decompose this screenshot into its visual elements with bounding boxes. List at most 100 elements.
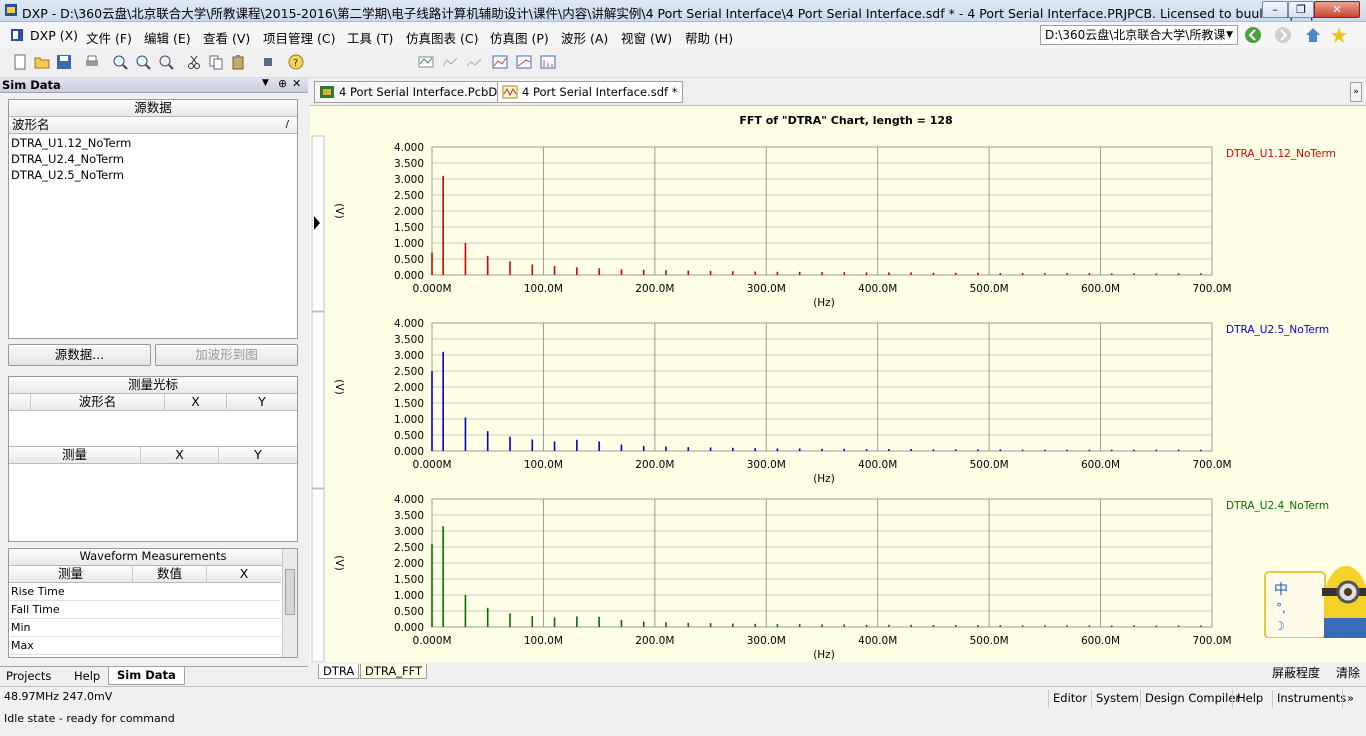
chart-tab-dtra-fft[interactable]: DTRA_FFT bbox=[360, 664, 428, 679]
stop-icon[interactable] bbox=[260, 54, 276, 70]
cursor-columns: 波形名 X Y bbox=[9, 394, 297, 411]
status-instruments-button[interactable]: Instruments bbox=[1272, 690, 1350, 708]
y-tick-label: 0.000 bbox=[394, 446, 424, 458]
wm-row[interactable]: Max bbox=[9, 637, 281, 655]
y-tick-label: 2.500 bbox=[394, 190, 424, 202]
wm-scrollbar[interactable] bbox=[282, 549, 297, 657]
open-folder-icon[interactable] bbox=[34, 54, 50, 70]
tab-sdf-doc[interactable]: 4 Port Serial Interface.sdf * bbox=[497, 81, 683, 103]
wm-row[interactable]: Rise Time bbox=[9, 583, 281, 601]
menu-sim-chart[interactable]: 仿真图表 (C) bbox=[406, 28, 478, 47]
wave-tool-icon[interactable] bbox=[442, 54, 458, 70]
y-tick-label: 1.000 bbox=[394, 590, 424, 602]
panel-close-icon[interactable]: ✕ bbox=[292, 77, 301, 90]
x-axis-label: (Hz) bbox=[813, 473, 835, 485]
series-legend: DTRA_U1.12_NoTerm bbox=[1226, 148, 1336, 160]
forward-icon[interactable] bbox=[1274, 26, 1292, 44]
menu-view[interactable]: 查看 (V) bbox=[203, 28, 250, 47]
home-icon[interactable] bbox=[1304, 26, 1322, 44]
status-more-icon[interactable]: » bbox=[1342, 690, 1358, 708]
favorites-star-icon[interactable] bbox=[1330, 26, 1348, 44]
dxp-menu-icon bbox=[11, 29, 23, 41]
y-tick-label: 3.500 bbox=[394, 334, 424, 346]
y-axis-label: (V) bbox=[333, 379, 345, 394]
wave-measure-icon[interactable] bbox=[466, 54, 482, 70]
measure-col-name: 测量 bbox=[9, 447, 141, 464]
tab-help[interactable]: Help bbox=[74, 669, 100, 683]
close-window-button[interactable]: ✕ bbox=[1314, 1, 1360, 18]
path-combo[interactable]: D:\360云盘\北京联合大学\所教课 ▼ bbox=[1040, 25, 1238, 45]
menu-help[interactable]: 帮助 (H) bbox=[685, 28, 733, 47]
tabs-overflow-icon[interactable]: » bbox=[1350, 82, 1362, 102]
series-legend: DTRA_U2.5_NoTerm bbox=[1226, 324, 1329, 336]
clear-button[interactable]: 清除 bbox=[1336, 664, 1360, 681]
tab-sdf-doc-label: 4 Port Serial Interface.sdf * bbox=[522, 85, 678, 99]
source-data-item[interactable]: DTRA_U1.12_NoTerm bbox=[11, 135, 295, 151]
menu-project[interactable]: 项目管理 (C) bbox=[263, 28, 335, 47]
print-icon[interactable] bbox=[84, 54, 100, 70]
menu-window[interactable]: 视窗 (W) bbox=[621, 28, 672, 47]
y-tick-label: 4.000 bbox=[394, 494, 424, 506]
paste-icon[interactable] bbox=[230, 54, 246, 70]
minimize-button[interactable]: – bbox=[1262, 1, 1288, 18]
fft-chart-icon[interactable] bbox=[540, 54, 556, 70]
panel-title: Sim Data bbox=[2, 78, 61, 92]
panel-tabs: Projects Help Sim Data bbox=[0, 666, 308, 686]
measure-col-y: Y bbox=[254, 447, 262, 462]
maximize-button[interactable]: ❐ bbox=[1288, 1, 1314, 18]
y-tick-label: 1.500 bbox=[394, 398, 424, 410]
status-design-compiler-button[interactable]: Design Compiler bbox=[1140, 690, 1244, 708]
cut-icon[interactable] bbox=[186, 54, 202, 70]
x-tick-label: 0.000M bbox=[412, 635, 451, 647]
add-wave-to-chart-button[interactable]: 加波形到图 bbox=[155, 344, 298, 366]
status-system-button[interactable]: System bbox=[1091, 690, 1143, 708]
menu-tools[interactable]: 工具 (T) bbox=[347, 28, 393, 47]
plot-selector-2[interactable] bbox=[311, 311, 325, 489]
sort-icon: / bbox=[285, 119, 289, 130]
status-editor-button[interactable]: Editor bbox=[1048, 690, 1091, 708]
zoom-fit-icon[interactable] bbox=[158, 54, 174, 70]
tab-sim-data[interactable]: Sim Data bbox=[108, 667, 185, 685]
zoom-in-icon[interactable] bbox=[112, 54, 128, 70]
add-wave-icon[interactable] bbox=[418, 54, 434, 70]
wm-scrollbar-thumb[interactable] bbox=[285, 569, 295, 615]
y-tick-label: 0.000 bbox=[394, 270, 424, 282]
svg-text:?: ? bbox=[293, 58, 298, 69]
status-help-button[interactable]: Help bbox=[1232, 690, 1267, 708]
source-data-button[interactable]: 源数据... bbox=[8, 344, 151, 366]
menu-dxp[interactable]: DXP (X) bbox=[30, 28, 78, 43]
menu-bar: DXP (X) 文件 (F) 编辑 (E) 查看 (V) 项目管理 (C) 工具… bbox=[0, 22, 1366, 48]
source-data-item[interactable]: DTRA_U2.5_NoTerm bbox=[11, 167, 295, 183]
input-method-mascot-icon[interactable]: 中 °, ☽ bbox=[1264, 562, 1366, 638]
chart-tab-dtra[interactable]: DTRA bbox=[318, 664, 360, 679]
x-tick-label: 100.0M bbox=[524, 283, 563, 295]
source-data-header: 源数据 bbox=[9, 100, 297, 117]
wm-rows: Rise Time Fall Time Min Max bbox=[9, 583, 281, 655]
back-icon[interactable] bbox=[1244, 26, 1262, 44]
pin-icon[interactable]: ⊕ bbox=[278, 77, 287, 90]
plot-selector-3[interactable] bbox=[311, 488, 325, 662]
new-document-icon[interactable] bbox=[12, 54, 28, 70]
tab-projects[interactable]: Projects bbox=[6, 669, 51, 683]
menu-edit[interactable]: 编辑 (E) bbox=[144, 28, 191, 47]
copy-icon[interactable] bbox=[208, 54, 224, 70]
save-icon[interactable] bbox=[56, 54, 72, 70]
menu-sim-plot[interactable]: 仿真图 (P) bbox=[490, 28, 549, 47]
wave-name-column-header[interactable]: 波形名 / bbox=[9, 117, 297, 134]
menu-wave[interactable]: 波形 (A) bbox=[561, 28, 608, 47]
zoom-level-button[interactable]: 屏蔽程度 bbox=[1272, 664, 1320, 681]
tab-pcb-doc[interactable]: 4 Port Serial Interface.PcbDoc * bbox=[314, 81, 525, 103]
help-icon[interactable]: ? bbox=[288, 54, 304, 70]
source-data-item[interactable]: DTRA_U2.4_NoTerm bbox=[11, 151, 295, 167]
new-plot-icon[interactable] bbox=[516, 54, 532, 70]
new-chart-icon[interactable] bbox=[492, 54, 508, 70]
measure-columns: 测量 X Y bbox=[9, 447, 297, 464]
x-axis-label: (Hz) bbox=[813, 649, 835, 661]
panel-menu-icon[interactable]: ▼ bbox=[262, 78, 269, 88]
zoom-out-icon[interactable] bbox=[135, 54, 151, 70]
x-tick-label: 400.0M bbox=[858, 635, 897, 647]
wm-row[interactable]: Min bbox=[9, 619, 281, 637]
wm-row[interactable]: Fall Time bbox=[9, 601, 281, 619]
menu-file[interactable]: 文件 (F) bbox=[86, 28, 132, 47]
y-tick-label: 3.000 bbox=[394, 526, 424, 538]
